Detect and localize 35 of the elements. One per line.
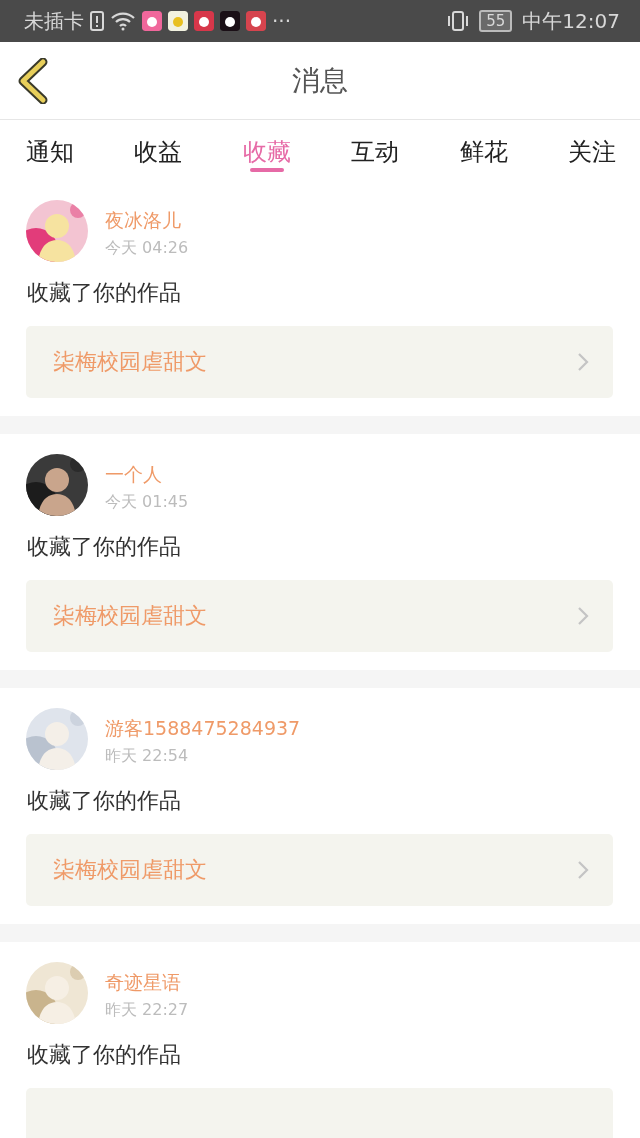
chevron-right-icon [577, 606, 589, 626]
vibrate-icon [447, 11, 470, 31]
user-name: 游客1588475284937 [105, 715, 301, 741]
back-button[interactable] [16, 58, 50, 104]
user-name: 夜冰洛儿 [105, 207, 182, 233]
tab[interactable]: 通知 [14, 120, 86, 176]
page-title: 消息 [292, 62, 348, 99]
app-icon [194, 11, 214, 31]
tab[interactable]: 鲜花 [447, 120, 520, 176]
user-name: 一个人 [105, 461, 163, 487]
battery-indicator: 55 [479, 10, 513, 32]
message-time: 今天 01:45 [105, 491, 189, 513]
tab[interactable]: 互动 [339, 120, 412, 176]
chevron-left-icon [16, 58, 50, 104]
carrier-text: 未插卡 [24, 7, 84, 35]
sim-alert-icon [90, 11, 104, 31]
chevron-right-icon [577, 860, 589, 880]
message-text: 收藏了你的作品 [27, 279, 182, 307]
app-icon [246, 11, 266, 31]
app-icon [220, 11, 240, 31]
wifi-icon [110, 11, 136, 31]
tab[interactable]: 关注 [555, 120, 628, 176]
tab[interactable]: 收益 [122, 120, 195, 176]
user-name: 奇迹星语 [105, 969, 182, 995]
message-time: 今天 04:26 [105, 237, 189, 259]
message-time: 昨天 22:54 [105, 745, 190, 767]
message-time: 昨天 22:27 [105, 999, 189, 1021]
clock-text: 中午12:07 [522, 7, 620, 35]
app-icon [168, 11, 188, 31]
app-icon [142, 11, 162, 31]
message-text: 收藏了你的作品 [27, 1041, 182, 1069]
message-text: 收藏了你的作品 [27, 533, 182, 561]
more-notifications-text: ··· [272, 9, 292, 33]
message-text: 收藏了你的作品 [27, 787, 182, 815]
chevron-right-icon [577, 352, 589, 372]
